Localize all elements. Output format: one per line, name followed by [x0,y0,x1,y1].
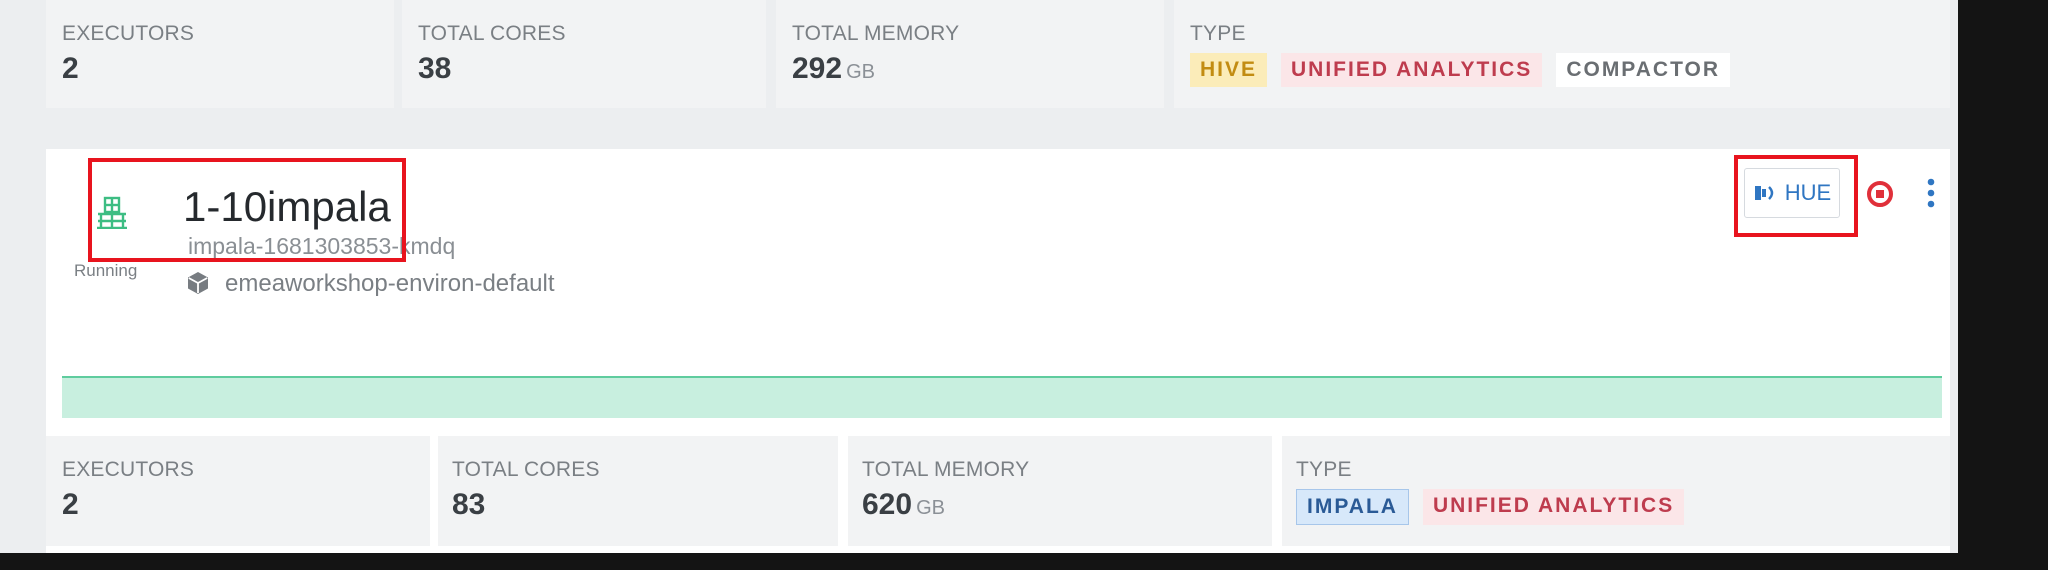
total-memory-card: TOTAL MEMORY 620 GB [848,436,1272,546]
type-label: TYPE [1296,458,1352,481]
environment-name[interactable]: emeaworkshop-environ-default [225,270,555,298]
type-card: TYPE HIVE UNIFIED ANALYTICS COMPACTOR [1174,0,1950,108]
total-cores-card: TOTAL CORES 83 [438,436,838,546]
title-highlight-box [88,158,406,262]
type-tags: HIVE UNIFIED ANALYTICS COMPACTOR [1190,53,1950,87]
tag-impala: IMPALA [1296,489,1409,525]
total-memory-value: 292 GB [792,52,1164,86]
total-memory-label: TOTAL MEMORY [792,22,960,45]
tag-hive: HIVE [1190,53,1268,87]
total-memory-value: 620 GB [862,488,1272,522]
tag-unified-analytics: UNIFIED ANALYTICS [1422,489,1685,525]
tag-unified-analytics: UNIFIED ANALYTICS [1281,53,1543,87]
type-label: TYPE [1190,22,1246,45]
executors-label: EXECUTORS [62,22,195,45]
total-memory-label: TOTAL MEMORY [862,458,1030,481]
executors-card: EXECUTORS 2 [46,436,430,546]
executors-card: EXECUTORS 2 [46,0,394,108]
stop-icon[interactable] [1866,180,1894,208]
total-cores-value: 83 [452,488,486,521]
type-card: TYPE IMPALA UNIFIED ANALYTICS [1282,436,1950,546]
cluster-progress-bar [62,376,1942,418]
executors-value: 2 [62,488,79,521]
total-cores-label: TOTAL CORES [452,458,600,481]
executors-label: EXECUTORS [62,458,195,481]
total-memory-card: TOTAL MEMORY 292 GB [776,0,1164,108]
memory-number: 620 [862,488,913,521]
memory-unit: GB [846,61,875,83]
executors-value: 2 [62,52,79,85]
type-tags: IMPALA UNIFIED ANALYTICS [1296,489,1950,525]
total-cores-value: 38 [418,52,452,85]
cluster-status: Running [74,261,138,280]
total-cores-label: TOTAL CORES [418,22,566,45]
total-cores-card: TOTAL CORES 38 [402,0,766,108]
memory-unit: GB [916,497,945,519]
more-vertical-icon[interactable] [1925,177,1937,209]
memory-number: 292 [792,52,843,85]
tag-compactor: COMPACTOR [1556,53,1731,87]
hue-highlight-box [1734,155,1858,237]
page-background: EXECUTORS 2 TOTAL CORES 38 TOTAL MEMORY … [0,0,1958,553]
environment-cube-icon [188,272,208,294]
